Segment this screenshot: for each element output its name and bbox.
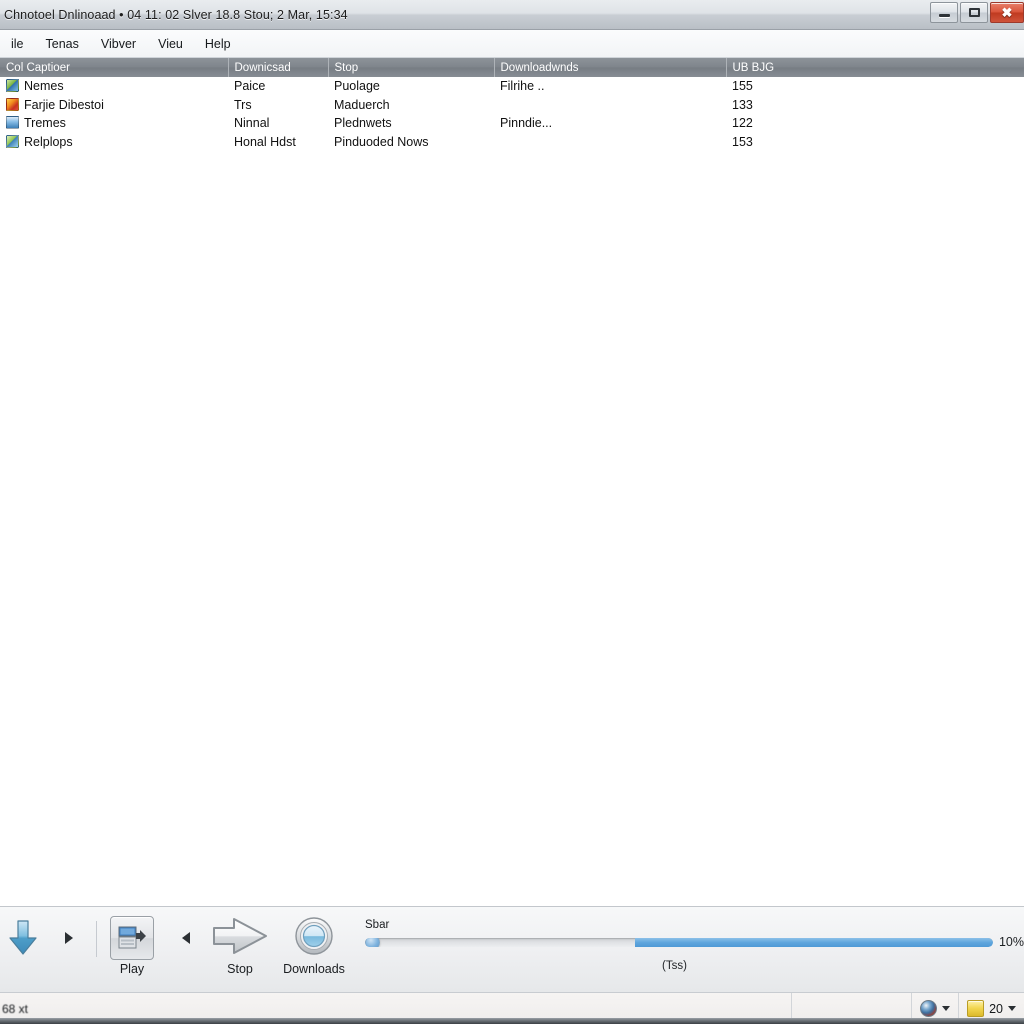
title-bar: Chnotoel Dnlinoaad • 04 11: 02 Slver 18.… — [0, 0, 1024, 30]
minimize-icon — [938, 14, 950, 17]
cell-size: 155 — [732, 79, 753, 94]
cell-download: Ninnal — [234, 116, 270, 131]
close-button[interactable]: ✖ — [990, 2, 1024, 23]
progress-percent: 10% — [998, 935, 1024, 949]
row-caption-text: Farjie Dibestoi — [24, 97, 104, 112]
table-row[interactable]: Relplops Honal Hdst Pinduoded Nows 153 — [0, 133, 1024, 152]
cell-stop: Pinduoded Nows — [334, 134, 429, 149]
folder-icon — [967, 1000, 985, 1017]
table-body: Nemes Paice Puolage Filrihe .. 155 Farji… — [0, 77, 1024, 151]
cell-downloads — [494, 96, 726, 115]
cell-stop: Plednwets — [334, 116, 392, 131]
column-header-download[interactable]: Downicsad — [228, 58, 329, 77]
bottom-toolbar: Play Stop Downloads Sbar 10% (Tss) — [0, 906, 1024, 992]
stop-button-label: Stop — [227, 962, 253, 976]
stop-diamond-icon — [209, 914, 271, 963]
play-button[interactable]: Play — [101, 915, 163, 976]
progress-slider[interactable] — [365, 937, 993, 947]
window-bottom-edge — [0, 1018, 1024, 1024]
cell-downloads: Filrihe .. — [500, 79, 545, 94]
chevron-down-icon[interactable] — [942, 1006, 951, 1011]
column-header-downloads[interactable]: Downloadwnds — [494, 58, 727, 77]
status-message: 68 xt — [2, 1001, 29, 1016]
image-file-icon — [6, 134, 19, 148]
window-controls: ✖ — [930, 2, 1024, 23]
menu-item-tenas[interactable]: Tenas — [35, 34, 90, 54]
downloads-button-label: Downloads — [283, 962, 345, 976]
table-row[interactable]: Tremes Ninnal Plednwets Pinndie... 122 — [0, 114, 1024, 133]
downloads-button[interactable]: Downloads — [271, 915, 357, 976]
maximize-button[interactable] — [960, 2, 988, 23]
chevron-down-icon[interactable] — [1008, 1006, 1016, 1011]
row-caption-text: Relplops — [24, 134, 73, 149]
menu-bar: ile Tenas Vibver Vieu Help — [0, 30, 1024, 58]
table-header-row: Col Captioer Downicsad Stop Downloadwnds… — [0, 58, 1024, 77]
chevron-left-icon — [182, 915, 190, 961]
download-list: Col Captioer Downicsad Stop Downloadwnds… — [0, 58, 1024, 906]
document-file-icon — [6, 116, 19, 130]
cell-download: Paice — [234, 79, 266, 94]
progress-fill — [635, 937, 993, 947]
slider-handle[interactable] — [365, 937, 380, 947]
progress-area: Sbar 10% (Tss) — [357, 907, 1024, 972]
menu-item-file[interactable]: ile — [0, 34, 35, 54]
menu-item-view[interactable]: Vieu — [147, 34, 194, 54]
chevron-right-icon — [65, 915, 73, 961]
image-file-icon — [6, 79, 19, 93]
row-caption-text: Nemes — [24, 79, 64, 94]
archive-file-icon — [6, 97, 19, 111]
menu-item-help[interactable]: Help — [194, 34, 242, 54]
column-header-caption[interactable]: Col Captioer — [0, 58, 229, 77]
cell-caption: Tremes — [0, 114, 228, 133]
next-arrow-button[interactable] — [46, 915, 92, 961]
progress-sublabel: (Tss) — [662, 960, 687, 972]
cell-stop: Maduerch — [334, 97, 390, 112]
cell-caption: Farjie Dibestoi — [0, 96, 228, 115]
play-button-label: Play — [119, 962, 145, 976]
zoom-value: 20 — [989, 1001, 1003, 1016]
cell-size: 122 — [732, 116, 753, 131]
progress-label: Sbar — [365, 919, 390, 931]
progress-row: 10% — [365, 935, 1024, 949]
toolbar-buttons: Play Stop Downloads — [0, 907, 357, 976]
toolbar-separator — [96, 921, 97, 957]
cell-downloads — [494, 133, 726, 152]
downloads-circle-icon — [291, 913, 337, 964]
table-row[interactable]: Farjie Dibestoi Trs Maduerch 133 — [0, 96, 1024, 115]
cell-download: Honal Hdst — [234, 134, 296, 149]
table-row[interactable]: Nemes Paice Puolage Filrihe .. 155 — [0, 77, 1024, 96]
minimize-button[interactable] — [930, 2, 958, 23]
column-header-stop[interactable]: Stop — [328, 58, 495, 77]
download-arrow-button[interactable] — [0, 915, 46, 961]
download-table: Col Captioer Downicsad Stop Downloadwnds… — [0, 58, 1024, 151]
cell-size: 133 — [732, 97, 753, 112]
globe-icon — [920, 1000, 938, 1017]
close-icon: ✖ — [1001, 5, 1013, 20]
stop-button[interactable]: Stop — [209, 915, 271, 976]
cell-download: Trs — [234, 97, 252, 112]
window-title: Chnotoel Dnlinoaad • 04 11: 02 Slver 18.… — [4, 7, 348, 22]
application-window: Chnotoel Dnlinoaad • 04 11: 02 Slver 18.… — [0, 0, 1024, 1024]
maximize-icon — [968, 8, 980, 17]
cell-caption: Nemes — [0, 77, 228, 96]
prev-arrow-button[interactable] — [163, 915, 209, 961]
cell-size: 153 — [732, 134, 753, 149]
menu-item-vibver[interactable]: Vibver — [90, 34, 147, 54]
row-caption-text: Tremes — [24, 116, 66, 131]
cell-downloads: Pinndie... — [500, 116, 553, 131]
cell-caption: Relplops — [0, 133, 228, 152]
column-header-size[interactable]: UB BJG — [726, 58, 1024, 77]
download-arrow-icon — [6, 915, 40, 961]
cell-stop: Puolage — [334, 79, 380, 94]
play-window-icon — [110, 916, 154, 960]
